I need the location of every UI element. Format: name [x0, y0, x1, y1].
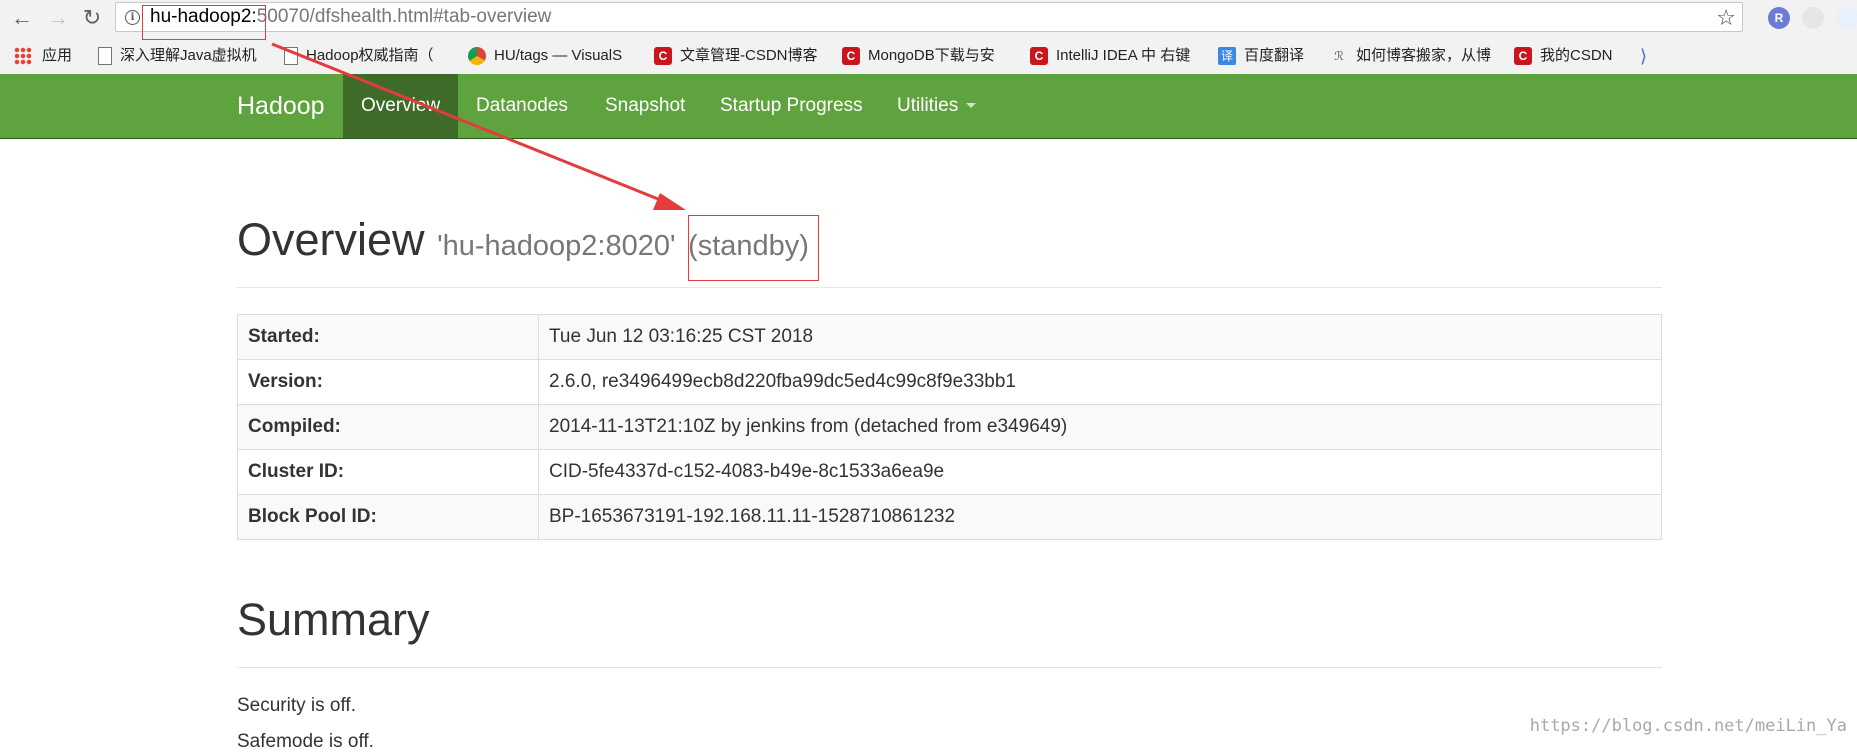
- annotation-host-box: [142, 5, 266, 40]
- csdn-icon: C: [1514, 47, 1532, 66]
- bookmark-item[interactable]: ℛ 如何博客搬家，从博: [1330, 46, 1502, 66]
- watermark: https://blog.csdn.net/meiLin_Ya: [1529, 716, 1847, 736]
- bookmark-star-icon[interactable]: ☆: [1716, 5, 1736, 31]
- row-key: Cluster ID:: [237, 449, 539, 495]
- reload-icon[interactable]: ↻: [80, 6, 104, 30]
- bookmark-apps[interactable]: 应用: [14, 46, 72, 66]
- tab-overview[interactable]: Overview: [343, 74, 458, 138]
- namenode-host: 'hu-hadoop2:8020': [437, 230, 676, 262]
- divider: [237, 667, 1662, 668]
- bookmark-item[interactable]: Hadoop权威指南（: [284, 46, 454, 66]
- extension-s-icon[interactable]: [1836, 7, 1857, 29]
- bookmark-item[interactable]: C 我的CSDN: [1514, 46, 1632, 66]
- bookmarks-bar: 应用 深入理解Java虚拟机 Hadoop权威指南（ HU/tags — Vis…: [0, 40, 1857, 72]
- url-path: 50070/dfshealth.html#tab-overview: [256, 6, 552, 27]
- table-row: Block Pool ID: BP-1653673191-192.168.11.…: [237, 494, 1662, 540]
- brand-logo[interactable]: Hadoop: [237, 74, 325, 138]
- csdn-icon: C: [654, 47, 672, 66]
- bookmark-item[interactable]: HU/tags — VisualS: [468, 46, 638, 66]
- table-row: Compiled: 2014-11-13T21:10Z by jenkins f…: [237, 404, 1662, 450]
- summary-title: Summary: [237, 594, 430, 645]
- row-key: Started:: [237, 314, 539, 360]
- browser-chrome: ← → ↻ i hu-hadoop2:50070/dfshealth.html#…: [0, 0, 1857, 74]
- csdn-icon: C: [842, 47, 860, 66]
- row-key: Block Pool ID:: [237, 494, 539, 540]
- row-value: BP-1653673191-192.168.11.11-152871086123…: [538, 494, 1662, 540]
- tab-utilities[interactable]: Utilities: [879, 74, 994, 138]
- csdn-icon: C: [1030, 47, 1048, 66]
- address-bar[interactable]: i hu-hadoop2:50070/dfshealth.html#tab-ov…: [115, 2, 1743, 32]
- forward-arrow-icon[interactable]: →: [46, 6, 70, 30]
- row-value: CID-5fe4337d-c152-4083-b49e-8c1533a6ea9e: [538, 449, 1662, 495]
- fanyi-icon: 译: [1218, 47, 1236, 66]
- bookmark-more-icon[interactable]: ⟩: [1640, 46, 1664, 66]
- row-value: Tue Jun 12 03:16:25 CST 2018: [538, 314, 1662, 360]
- extension-sync-icon[interactable]: [1802, 7, 1824, 29]
- row-value: 2.6.0, re3496499ecb8d220fba99dc5ed4c99c8…: [538, 359, 1662, 405]
- document-icon: [98, 47, 112, 66]
- annotation-standby-box: [688, 215, 819, 281]
- bookmark-item[interactable]: 译百度翻译: [1218, 46, 1318, 66]
- bookmark-item[interactable]: C 文章管理-CSDN博客: [654, 46, 826, 66]
- divider: [237, 287, 1662, 288]
- hadoop-navbar: Hadoop Overview Datanodes Snapshot Start…: [0, 74, 1857, 139]
- chrome-icon: [468, 47, 486, 66]
- tab-datanodes[interactable]: Datanodes: [458, 74, 586, 138]
- bookmark-item[interactable]: C MongoDB下载与安: [842, 46, 1014, 66]
- bookmark-item[interactable]: C IntelliJ IDEA 中 右键: [1030, 46, 1202, 66]
- tab-snapshot[interactable]: Snapshot: [587, 74, 703, 138]
- table-row: Cluster ID: CID-5fe4337d-c152-4083-b49e-…: [237, 449, 1662, 495]
- security-status: Security is off.: [237, 695, 356, 716]
- info-icon[interactable]: i: [125, 10, 140, 25]
- row-value: 2014-11-13T21:10Z by jenkins from (detac…: [538, 404, 1662, 450]
- bookmark-item[interactable]: 深入理解Java虚拟机: [98, 46, 268, 66]
- document-icon: [284, 47, 298, 66]
- row-key: Version:: [237, 359, 539, 405]
- blog-icon: ℛ: [1334, 49, 1344, 64]
- chevron-down-icon: [966, 103, 977, 109]
- row-key: Compiled:: [237, 404, 539, 450]
- tab-startup-progress[interactable]: Startup Progress: [702, 74, 881, 138]
- extension-r-icon[interactable]: R: [1768, 7, 1790, 29]
- apps-grid-icon: [14, 47, 32, 66]
- back-arrow-icon[interactable]: ←: [10, 6, 34, 30]
- table-row: Version: 2.6.0, re3496499ecb8d220fba99dc…: [237, 359, 1662, 405]
- overview-table: Started: Tue Jun 12 03:16:25 CST 2018 Ve…: [237, 314, 1662, 540]
- table-row: Started: Tue Jun 12 03:16:25 CST 2018: [237, 314, 1662, 360]
